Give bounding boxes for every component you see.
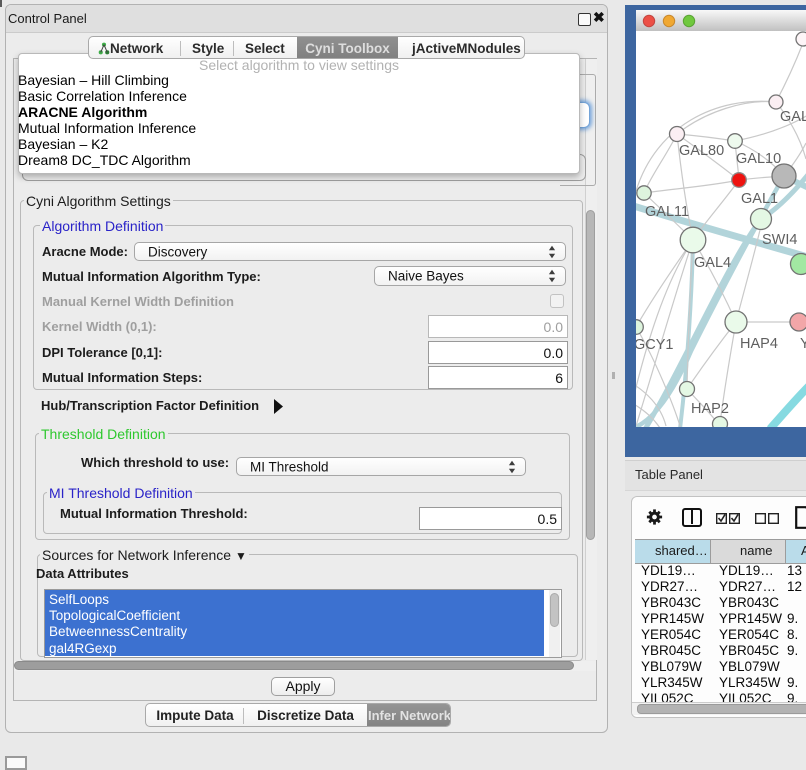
svg-text:GAL11: GAL11 [645,204,689,220]
svg-text:GAL7: GAL7 [780,109,806,125]
svg-text:GAL1: GAL1 [741,191,778,207]
svg-text:Y: Y [800,336,806,352]
svg-text:HAP4: HAP4 [740,336,778,352]
svg-text:GCY1: GCY1 [636,337,674,353]
svg-text:SWI4: SWI4 [762,232,797,248]
svg-text:GAL10: GAL10 [736,151,781,167]
svg-text:GAL80: GAL80 [679,143,724,159]
svg-text:HAP2: HAP2 [691,401,729,417]
svg-text:GAL4: GAL4 [694,255,731,271]
